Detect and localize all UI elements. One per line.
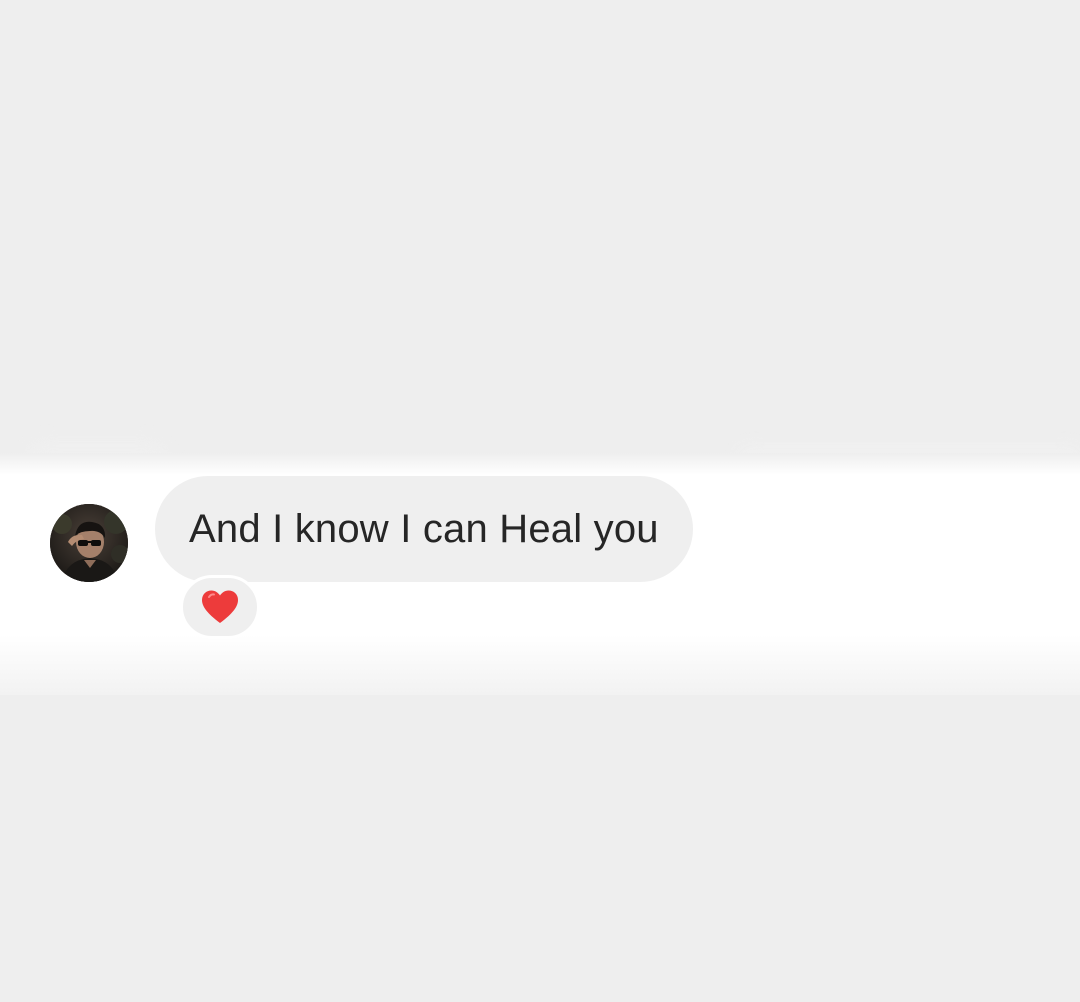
- fade-bottom: [0, 635, 1080, 695]
- message-bubble[interactable]: And I know I can Heal you: [155, 476, 693, 582]
- red-heart-icon: [202, 590, 238, 623]
- reaction-badge[interactable]: [180, 575, 260, 639]
- screenshot-canvas: And I know I can Heal you: [0, 0, 1080, 1002]
- fade-top: [0, 453, 1080, 475]
- avatar-photo-icon: [50, 504, 128, 582]
- message-text: And I know I can Heal you: [189, 506, 659, 551]
- sender-avatar[interactable]: [50, 504, 128, 582]
